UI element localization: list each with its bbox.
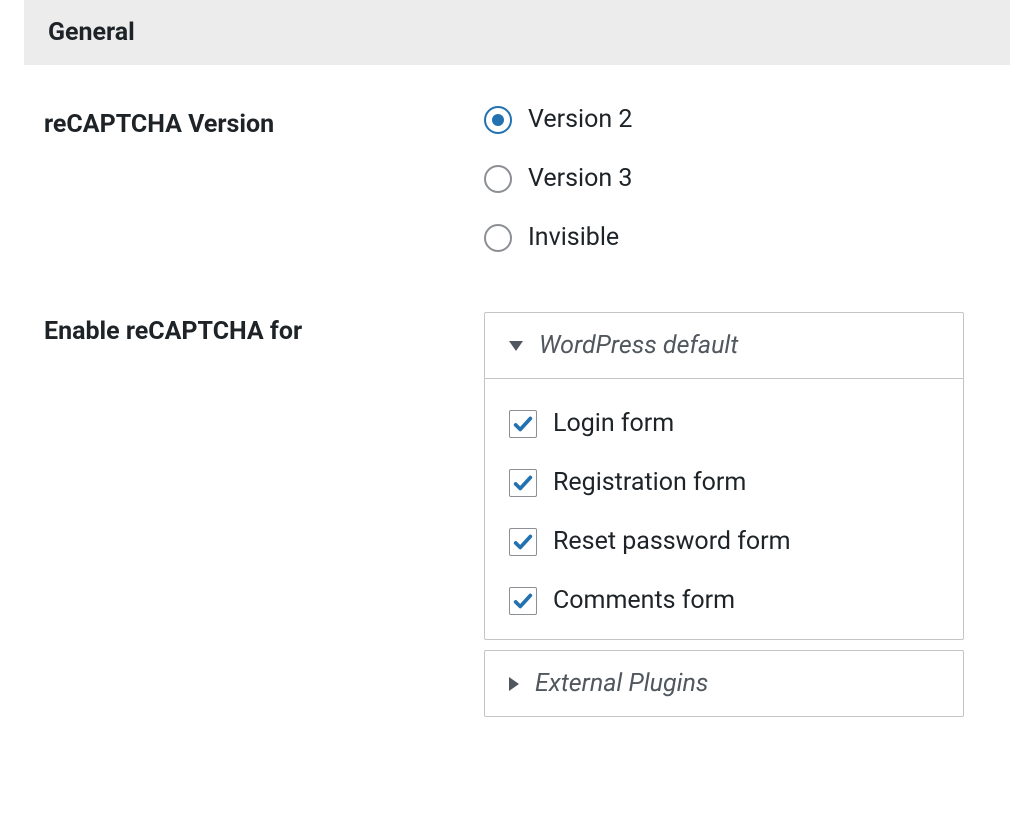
checkbox-comments-form[interactable]: Comments form <box>509 586 939 615</box>
label-enable-recaptcha: Enable reCAPTCHA for <box>44 312 484 346</box>
radio-indicator <box>484 106 512 134</box>
field-recaptcha-version: Version 2 Version 3 Invisible <box>484 105 1006 252</box>
checkbox-label: Comments form <box>553 586 735 615</box>
radio-version-3[interactable]: Version 3 <box>484 164 1006 193</box>
accordion-title: External Plugins <box>535 669 708 698</box>
radio-group-recaptcha-version: Version 2 Version 3 Invisible <box>484 105 1006 252</box>
checkbox-label: Login form <box>553 409 674 438</box>
label-recaptcha-version: reCAPTCHA Version <box>44 105 484 139</box>
check-icon <box>512 590 534 612</box>
checkbox-registration-form[interactable]: Registration form <box>509 468 939 497</box>
radio-version-2[interactable]: Version 2 <box>484 105 1006 134</box>
checkbox-indicator <box>509 528 537 556</box>
row-enable-recaptcha: Enable reCAPTCHA for WordPress default L… <box>44 312 1006 727</box>
accordion-external-plugins: External Plugins <box>484 650 964 717</box>
accordion-title: WordPress default <box>539 331 738 360</box>
section-header: General <box>24 0 1010 65</box>
section-title: General <box>48 18 135 47</box>
checkbox-reset-password-form[interactable]: Reset password form <box>509 527 939 556</box>
radio-indicator <box>484 165 512 193</box>
checkbox-indicator <box>509 410 537 438</box>
chevron-down-icon <box>509 341 523 351</box>
accordion-header-external-plugins[interactable]: External Plugins <box>485 651 963 716</box>
field-enable-recaptcha: WordPress default Login form Registratio… <box>484 312 1006 727</box>
check-icon <box>512 413 534 435</box>
checkbox-label: Registration form <box>553 468 746 497</box>
checkbox-login-form[interactable]: Login form <box>509 409 939 438</box>
chevron-right-icon <box>509 677 519 691</box>
check-icon <box>512 531 534 553</box>
radio-label: Invisible <box>528 223 619 252</box>
checkbox-indicator <box>509 587 537 615</box>
row-recaptcha-version: reCAPTCHA Version Version 2 Version 3 In… <box>44 105 1006 252</box>
radio-indicator <box>484 224 512 252</box>
checkbox-indicator <box>509 469 537 497</box>
checkbox-label: Reset password form <box>553 527 791 556</box>
radio-invisible[interactable]: Invisible <box>484 223 1006 252</box>
radio-dot-icon <box>492 114 504 126</box>
radio-label: Version 3 <box>528 164 632 193</box>
form-table: reCAPTCHA Version Version 2 Version 3 In… <box>0 65 1030 767</box>
accordion-body-wordpress-default: Login form Registration form Reset passw… <box>485 378 963 639</box>
radio-label: Version 2 <box>528 105 632 134</box>
accordion-wordpress-default: WordPress default Login form Registratio… <box>484 312 964 640</box>
accordion-header-wordpress-default[interactable]: WordPress default <box>485 313 963 378</box>
check-icon <box>512 472 534 494</box>
